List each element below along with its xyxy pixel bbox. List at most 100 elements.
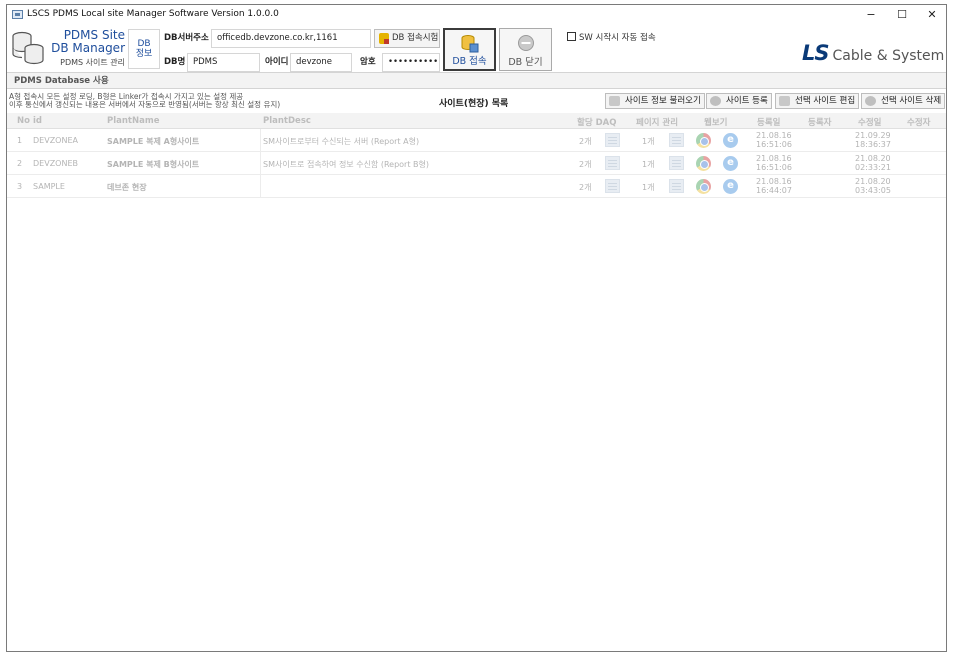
delete-site-button[interactable]: 선택 사이트 삭제: [861, 93, 946, 109]
page-manage-icon[interactable]: [669, 179, 684, 193]
row-plant-name: SAMPLE 복제 A형사이트: [107, 137, 200, 146]
load-site-info-button[interactable]: 사이트 정보 불러오기: [605, 93, 705, 109]
brand-ls: LS: [802, 41, 829, 65]
row-id: DEVZONEB: [33, 159, 78, 168]
password-label: 암호: [360, 57, 376, 67]
auto-connect-label: SW 시작시 자동 접속: [579, 33, 656, 43]
daq-device-icon[interactable]: [605, 179, 620, 193]
row-no: 2: [17, 159, 23, 168]
row-plant-name: SAMPLE 복제 B형사이트: [107, 160, 200, 169]
db-close-button[interactable]: DB 닫기: [499, 28, 552, 71]
db-close-icon: [518, 35, 534, 51]
edit-site-button[interactable]: 선택 사이트 편집: [775, 93, 860, 109]
db-name-label: DB명: [164, 57, 186, 67]
row-reg-date: 21.08.16 16:44:07: [756, 177, 792, 195]
ls-cable-logo: LS Cable & System: [802, 41, 944, 65]
usage-notes: A형 접속시 모든 설정 로딩, B형은 Linker가 접속시 가지고 있는 …: [9, 93, 280, 109]
col-reg-date: 등록일: [757, 118, 781, 128]
row-pages: 1개: [642, 160, 655, 169]
site-table: No id PlantName PlantDesc 할당 DAQ 페이지 관리 …: [7, 113, 946, 198]
daq-device-icon[interactable]: [605, 156, 620, 170]
row-pages: 1개: [642, 183, 655, 192]
checkbox-icon: [567, 32, 576, 41]
db-info-line1: DB: [137, 39, 151, 49]
add-icon: [710, 96, 721, 106]
page-manage-icon[interactable]: [669, 156, 684, 170]
delete-icon: [865, 96, 876, 106]
col-id: id: [33, 116, 42, 126]
db-test-icon: [379, 33, 389, 44]
col-no: No: [17, 116, 30, 126]
load-site-info-label: 사이트 정보 불러오기: [625, 96, 701, 106]
ie-icon[interactable]: e: [723, 133, 738, 148]
db-test-button[interactable]: DB 접속시험: [374, 29, 440, 48]
chrome-icon[interactable]: [696, 156, 711, 171]
col-plant-name: PlantName: [107, 116, 160, 126]
register-site-label: 사이트 등록: [726, 96, 768, 106]
db-info-label: DB 정보: [128, 29, 160, 69]
row-mod-date: 21.08.20 02:33:21: [855, 154, 891, 172]
edit-icon: [779, 96, 790, 106]
ie-icon[interactable]: e: [723, 179, 738, 194]
col-page-manage: 페이지 관리: [636, 118, 679, 128]
app-icon: [12, 10, 23, 19]
chrome-icon[interactable]: [696, 179, 711, 194]
db-connect-button[interactable]: DB 접속: [443, 28, 496, 71]
table-row[interactable]: 1 DEVZONEA SAMPLE 복제 A형사이트 SM사이트로부터 수신되는…: [7, 129, 946, 152]
row-mod-date: 21.09.29 18:36:37: [855, 131, 891, 149]
col-mod-date: 수정일: [858, 118, 882, 128]
site-list-title: 사이트(현장) 목록: [439, 99, 509, 109]
row-plant-desc: SM사이트로 접속하여 정보 수신함 (Report B형): [263, 160, 429, 169]
user-id-input[interactable]: devzone: [290, 53, 352, 72]
ie-icon[interactable]: e: [723, 156, 738, 171]
row-no: 1: [17, 136, 23, 145]
col-web-view: 웹보기: [704, 118, 728, 128]
server-address-input[interactable]: officedb.devzone.co.kr,1161: [211, 29, 371, 48]
db-connect-icon: [461, 35, 479, 53]
row-reg-date: 21.08.16 16:51:06: [756, 154, 792, 172]
db-test-label: DB 접속시험: [392, 33, 439, 43]
row-daq: 2개: [579, 160, 592, 169]
page-manage-icon[interactable]: [669, 133, 684, 147]
row-reg-date: 21.08.16 16:51:06: [756, 131, 792, 149]
minimize-button[interactable]: −: [856, 5, 886, 25]
row-daq: 2개: [579, 183, 592, 192]
delete-site-label: 선택 사이트 삭제: [881, 96, 942, 106]
row-daq: 2개: [579, 137, 592, 146]
row-plant-name: 데브존 현장: [107, 183, 147, 192]
server-address-label: DB서버주소: [164, 33, 209, 43]
window-title: LSCS PDMS Local site Manager Software Ve…: [27, 9, 279, 19]
col-daq: 할당 DAQ: [577, 118, 617, 128]
maximize-button[interactable]: ☐: [887, 5, 917, 25]
brand-cable-system: Cable & System: [832, 48, 945, 64]
password-input[interactable]: •••••••••••: [382, 53, 440, 72]
register-site-button[interactable]: 사이트 등록: [706, 93, 772, 109]
row-no: 3: [17, 182, 23, 191]
row-plant-desc: SM사이트로부터 수신되는 서버 (Report A형): [263, 137, 420, 146]
db-info-line2: 정보: [135, 49, 153, 59]
daq-device-icon[interactable]: [605, 133, 620, 147]
db-close-label: DB 닫기: [508, 57, 543, 68]
site-subtitle: PDMS 사이트 관리: [60, 58, 125, 67]
user-id-label: 아이디: [265, 57, 289, 67]
table-header: No id PlantName PlantDesc 할당 DAQ 페이지 관리 …: [7, 113, 946, 129]
load-icon: [609, 96, 620, 106]
auto-connect-checkbox[interactable]: SW 시작시 자동 접속: [567, 31, 656, 43]
row-id: DEVZONEA: [33, 136, 78, 145]
db-connect-label: DB 접속: [452, 56, 487, 67]
db-name-input[interactable]: PDMS: [187, 53, 260, 72]
chrome-icon[interactable]: [696, 133, 711, 148]
title-bar: LSCS PDMS Local site Manager Software Ve…: [7, 5, 946, 25]
row-pages: 1개: [642, 137, 655, 146]
table-row[interactable]: 2 DEVZONEB SAMPLE 복제 B형사이트 SM사이트로 접속하여 정…: [7, 152, 946, 175]
header-panel: PDMS Site DB Manager PDMS 사이트 관리 DB 정보 D…: [7, 25, 946, 73]
site-title: PDMS Site DB Manager: [47, 29, 125, 55]
table-row[interactable]: 3 SAMPLE 데브존 현장 2개 1개 e 21.08.16 16:44:07…: [7, 175, 946, 198]
close-window-button[interactable]: ✕: [917, 5, 947, 25]
row-mod-date: 21.08.20 03:43:05: [855, 177, 891, 195]
col-reg-user: 등록자: [808, 118, 832, 128]
app-window: LSCS PDMS Local site Manager Software Ve…: [6, 4, 947, 652]
database-logo-icon: [12, 31, 44, 65]
col-mod-user: 수정자: [907, 118, 931, 128]
site-title-line2: DB Manager: [51, 41, 125, 55]
